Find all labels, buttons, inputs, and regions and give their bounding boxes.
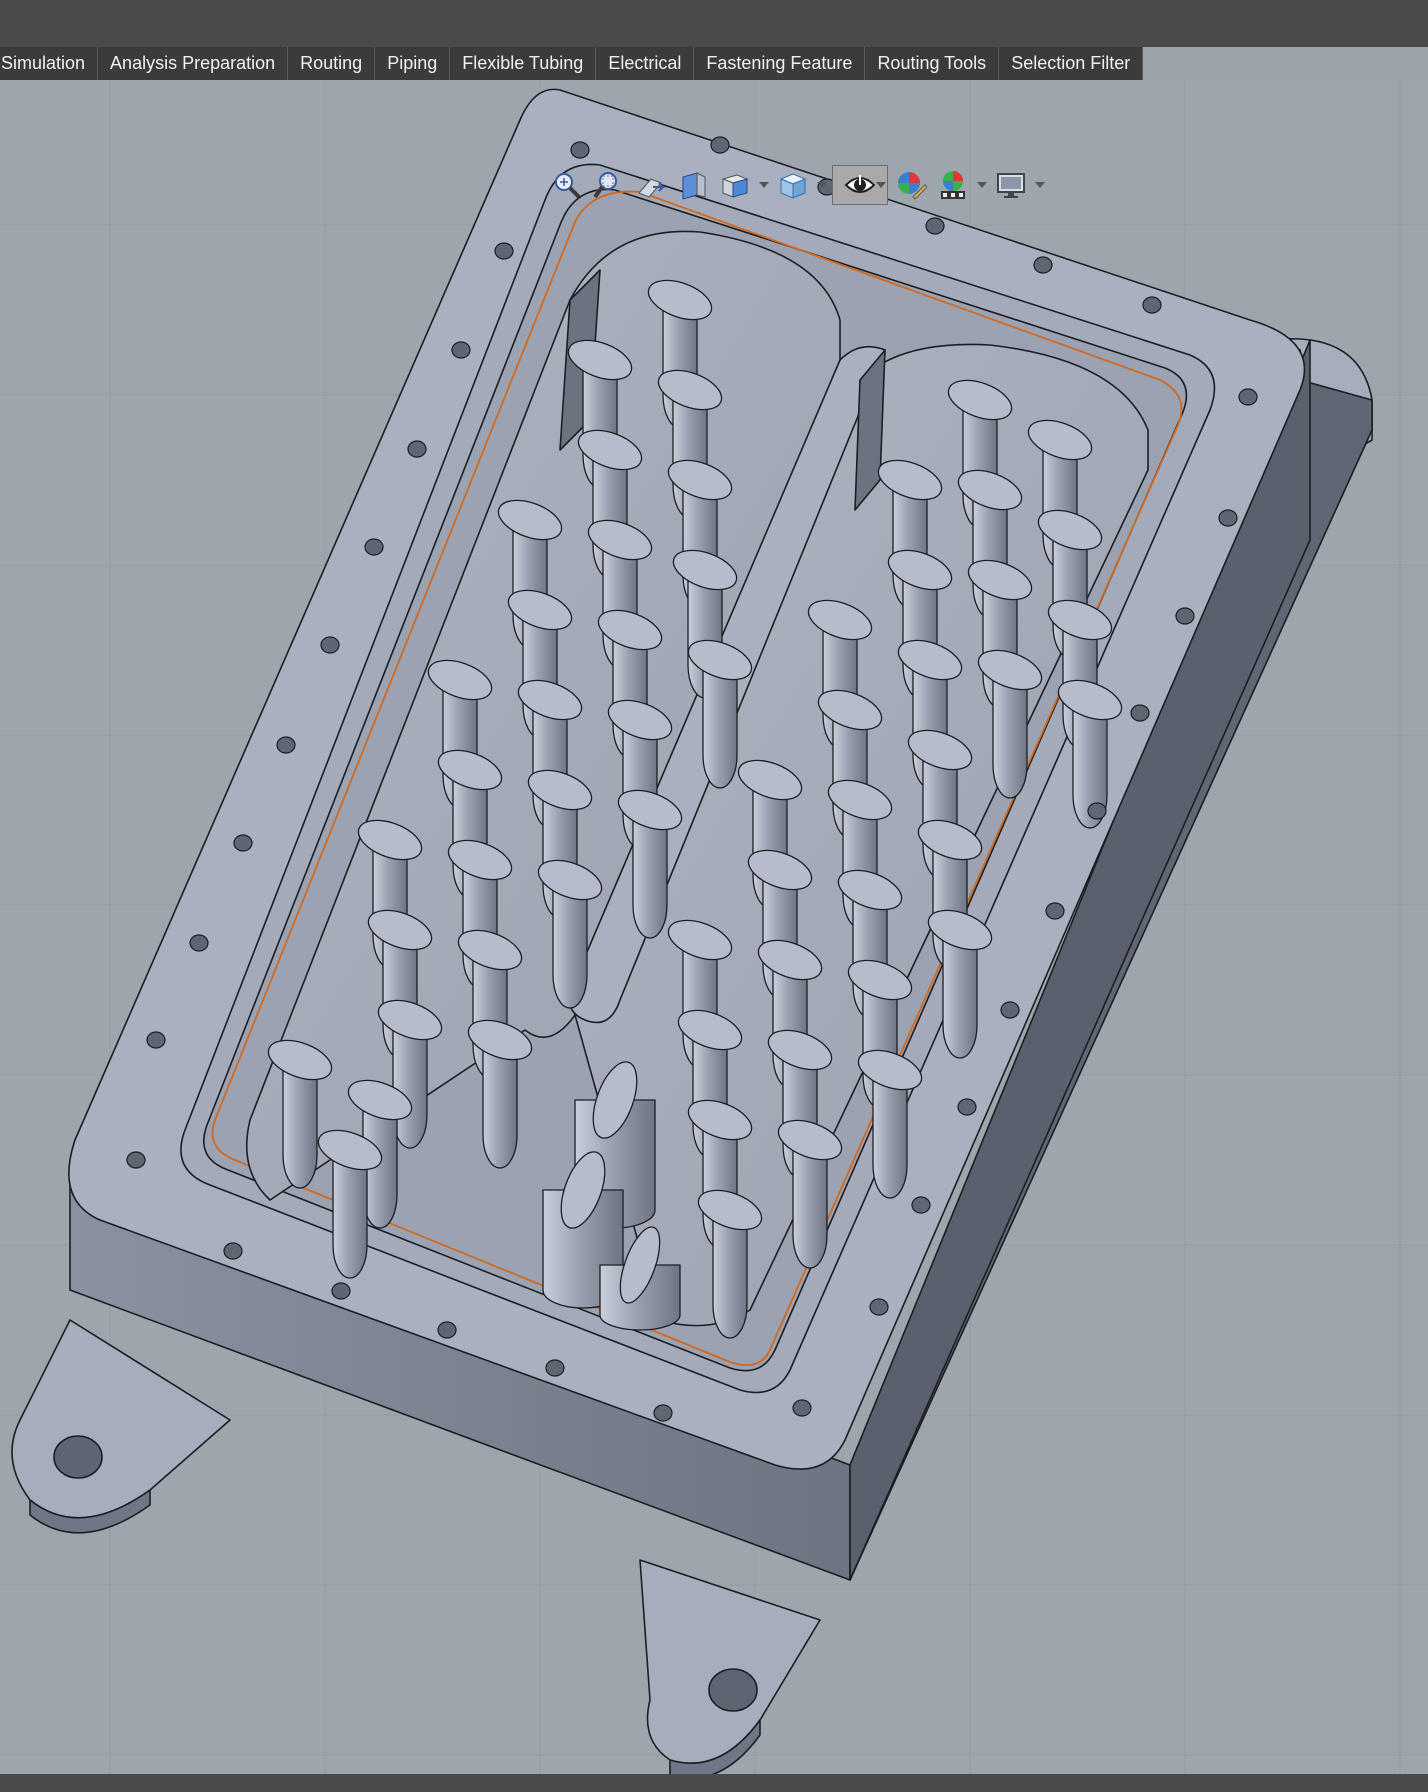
bolt-hole [911, 1196, 931, 1214]
display-style-icon[interactable] [774, 166, 812, 204]
bolt-hole [1130, 704, 1150, 722]
tab-fastening-feature[interactable]: Fastening Feature [694, 47, 866, 80]
bolt-hole [1175, 607, 1195, 625]
view-orientation-icon[interactable] [716, 166, 754, 204]
section-view-icon[interactable] [674, 166, 712, 204]
status-bar [0, 1774, 1428, 1792]
bolt-hole [570, 141, 590, 159]
tab-piping[interactable]: Piping [375, 47, 451, 80]
heads-up-view-toolbar [548, 164, 1046, 206]
bolt-hole [925, 217, 945, 235]
bolt-hole [1033, 256, 1053, 274]
tab-analysis-preparation[interactable]: Analysis Preparation [98, 47, 289, 80]
hide-show-items-icon[interactable] [832, 165, 888, 205]
bolt-hole [331, 1282, 351, 1300]
bolt-hole [1045, 902, 1065, 920]
zoom-to-fit-icon[interactable] [548, 166, 586, 204]
title-bar [0, 0, 1428, 47]
edit-appearance-icon[interactable] [892, 166, 930, 204]
bolt-hole [233, 834, 253, 852]
bolt-hole [653, 1404, 673, 1422]
tab-selection-filter[interactable]: Selection Filter [999, 47, 1144, 80]
bolt-hole [146, 1031, 166, 1049]
bolt-hole [276, 736, 296, 754]
bolt-hole [364, 538, 384, 556]
view-settings-dropdown-icon[interactable] [1034, 166, 1046, 204]
model-view[interactable] [0, 80, 1428, 1774]
tab-flexible-tubing[interactable]: Flexible Tubing [450, 47, 597, 80]
view-orientation-dropdown-icon[interactable] [758, 166, 770, 204]
mount-hole-left [53, 1435, 103, 1479]
command-manager-tabs: Simulation Analysis Preparation Routing … [0, 47, 1144, 80]
tab-simulation[interactable]: Simulation [0, 47, 99, 80]
previous-view-icon[interactable] [632, 166, 670, 204]
bolt-hole [545, 1359, 565, 1377]
bolt-hole [320, 636, 340, 654]
bolt-hole [223, 1242, 243, 1260]
mounting-tab-bottom [639, 1559, 821, 1764]
bolt-hole [1238, 388, 1258, 406]
bolt-hole [189, 934, 209, 952]
bolt-hole [126, 1151, 146, 1169]
bolt-hole [407, 440, 427, 458]
bolt-hole [710, 136, 730, 154]
zoom-to-area-icon[interactable] [590, 166, 628, 204]
bolt-hole [437, 1321, 457, 1339]
tab-electrical[interactable]: Electrical [596, 47, 695, 80]
bolt-hole [869, 1298, 889, 1316]
bolt-hole [1218, 509, 1238, 527]
bolt-hole [792, 1399, 812, 1417]
mount-hole-bottom [708, 1668, 758, 1712]
tab-routing[interactable]: Routing [288, 47, 376, 80]
mounting-tab-left [11, 1319, 231, 1519]
bolt-hole [451, 341, 471, 359]
view-settings-icon[interactable] [992, 166, 1030, 204]
bolt-hole [957, 1098, 977, 1116]
bolt-hole [1087, 802, 1107, 820]
display-style-dropdown-icon[interactable] [816, 166, 828, 204]
bolt-hole [494, 242, 514, 260]
apply-scene-dropdown-icon[interactable] [976, 166, 988, 204]
graphics-area[interactable] [0, 80, 1428, 1774]
bolt-hole [1142, 296, 1162, 314]
apply-scene-icon[interactable] [934, 166, 972, 204]
tab-routing-tools[interactable]: Routing Tools [865, 47, 1000, 80]
bolt-hole [1000, 1001, 1020, 1019]
hide-show-items-dropdown-icon[interactable] [875, 166, 887, 204]
